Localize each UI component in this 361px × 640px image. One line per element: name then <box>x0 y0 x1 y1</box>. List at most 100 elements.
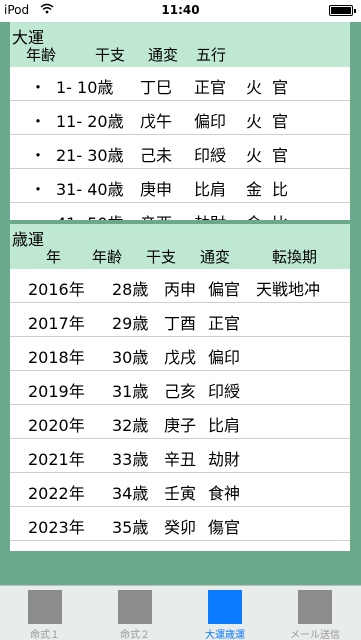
saiun-age: 32歳 <box>112 416 149 435</box>
daiun-gogyo2: 官 <box>272 112 289 131</box>
saiun-col-tsuhen: 通変 <box>200 248 231 266</box>
saiun-tsuhen: 劫財 <box>208 450 241 469</box>
saiun-year: 2016年 <box>28 280 85 299</box>
daiun-tsuhen: 比肩 <box>194 180 227 199</box>
status-bar: iPod 11:40 <box>0 0 361 22</box>
daiun-tsuhen: 劫財 <box>194 210 226 220</box>
saiun-age: 28歳 <box>112 280 149 299</box>
daiun-bullet: ・ <box>30 210 46 220</box>
saiun-row[interactable]: 2018年 30歳 戊戌 偏印 <box>10 337 350 371</box>
daiun-tsuhen: 印綬 <box>194 146 227 165</box>
tab-label: メール送信 <box>290 630 340 640</box>
daiun-gogyo1: 金 <box>246 210 262 220</box>
clock: 11:40 <box>161 3 200 17</box>
daiun-header: 大運 年齢 干支 通変 五行 <box>10 22 350 67</box>
daiun-gogyo1: 火 <box>246 78 263 97</box>
daiun-gogyo2: 比 <box>272 180 289 199</box>
saiun-tsuhen: 偏官 <box>208 280 241 299</box>
daiun-tsuhen: 正官 <box>194 78 227 97</box>
saiun-tsuhen: 比肩 <box>208 416 241 435</box>
saiun-col-year: 年 <box>46 248 62 266</box>
daiun-gogyo2: 比 <box>272 210 288 220</box>
daiun-gogyo1: 火 <box>246 146 263 165</box>
tab-mail-send[interactable]: メール送信 <box>270 586 360 640</box>
tab-label: 大運歳運 <box>205 630 245 640</box>
saiun-year: 2017年 <box>28 314 85 333</box>
daiun-gogyo2: 官 <box>272 146 289 165</box>
daiun-col-age: 年齢 <box>26 46 57 64</box>
tab-meishiki1[interactable]: 命式１ <box>0 586 90 640</box>
saiun-row[interactable]: 2024年 36歳 甲辰 偏財 <box>10 541 350 551</box>
daiun-col-gogyo: 五行 <box>196 46 227 64</box>
tab-meishiki2[interactable]: 命式２ <box>90 586 180 640</box>
saiun-age: 34歳 <box>112 484 149 503</box>
daiun-gogyo1: 火 <box>246 112 263 131</box>
daiun-kanshi: 戊午 <box>140 112 173 131</box>
saiun-panel: 歳運 年 年齢 干支 通変 転換期 2016年 28歳 丙申 偏官 天戦地冲 2017年 2… <box>10 224 350 551</box>
mail-send-icon <box>298 590 332 624</box>
saiun-tsuhen: 食神 <box>208 484 241 503</box>
saiun-age: 30歳 <box>112 348 149 367</box>
saiun-kanshi: 丁酉 <box>164 314 197 333</box>
saiun-col-tenkan: 転換期 <box>272 248 318 266</box>
saiun-kanshi: 壬寅 <box>164 484 197 503</box>
saiun-kanshi: 庚子 <box>164 416 197 435</box>
saiun-row[interactable]: 2017年 29歳 丁酉 正官 <box>10 303 350 337</box>
saiun-kanshi: 癸卯 <box>164 518 197 537</box>
saiun-year: 2023年 <box>28 518 85 537</box>
daiun-col-tsuhen: 通変 <box>148 46 179 64</box>
saiun-col-age: 年齢 <box>92 248 123 266</box>
saiun-tsuhen: 印綬 <box>208 382 241 401</box>
daiun-gogyo1: 金 <box>246 180 263 199</box>
daiun-kanshi: 庚申 <box>140 180 173 199</box>
saiun-row[interactable]: 2020年 32歳 庚子 比肩 <box>10 405 350 439</box>
saiun-tenkan: 天戦地冲 <box>256 280 321 299</box>
daiun-row[interactable]: ・ 31- 40歳 庚申 比肩金比 <box>10 169 350 203</box>
daiun-row[interactable]: ・ 41- 50歳 辛酉 劫財 金比 <box>10 203 350 220</box>
saiun-row[interactable]: 2023年 35歳 癸卯 傷官 <box>10 507 350 541</box>
saiun-age: 33歳 <box>112 450 149 469</box>
daiun-kanshi: 己未 <box>140 146 173 165</box>
saiun-age: 35歳 <box>112 518 149 537</box>
saiun-tsuhen: 傷官 <box>208 518 241 537</box>
saiun-row[interactable]: 2022年 34歳 壬寅 食神 <box>10 473 350 507</box>
meishiki1-icon <box>28 590 62 624</box>
saiun-kanshi: 己亥 <box>164 382 197 401</box>
tab-bar: 命式１ 命式２ 大運歳運 メール送信 <box>0 585 361 640</box>
daiun-age: 21- 30歳 <box>56 146 124 165</box>
tab-daiun-saiun[interactable]: 大運歳運 <box>180 586 270 640</box>
saiun-list[interactable]: 2016年 28歳 丙申 偏官 天戦地冲 2017年 29歳 丁酉 正官 2018年 30歳 戊戌 偏印… <box>10 269 350 551</box>
daiun-age: 11- 20歳 <box>56 112 124 131</box>
daiun-age: 31- 40歳 <box>56 180 124 199</box>
daiun-bullet: ・ <box>30 146 47 165</box>
saiun-row[interactable]: 2016年 28歳 丙申 偏官 天戦地冲 <box>10 269 350 303</box>
daiun-row[interactable]: ・ 1- 10歳 丁巳 正官火官 <box>10 67 350 101</box>
saiun-year: 2019年 <box>28 382 85 401</box>
saiun-row[interactable]: 2021年 33歳 辛丑 劫財 <box>10 439 350 473</box>
saiun-row[interactable]: 2019年 31歳 己亥 印綬 <box>10 371 350 405</box>
daiun-list[interactable]: ・ 1- 10歳 丁巳 正官火官・ 11- 20歳 戊午 偏印火官・ 21- 30歳 己未 印綬火… <box>10 67 350 220</box>
daiun-row[interactable]: ・ 11- 20歳 戊午 偏印火官 <box>10 101 350 135</box>
saiun-year: 2018年 <box>28 348 85 367</box>
saiun-tsuhen: 偏財 <box>208 548 240 551</box>
saiun-title: 歳運 <box>12 230 45 249</box>
daiun-tsuhen: 偏印 <box>194 112 227 131</box>
daiun-bullet: ・ <box>30 112 47 131</box>
daiun-age: 41- 50歳 <box>56 210 124 220</box>
tab-label: 命式２ <box>120 630 150 640</box>
saiun-kanshi: 戊戌 <box>164 348 197 367</box>
saiun-age: 36歳 <box>112 548 148 551</box>
saiun-header: 歳運 年 年齢 干支 通変 転換期 <box>10 224 350 269</box>
daiun-kanshi: 辛酉 <box>140 210 172 220</box>
daiun-kanshi: 丁巳 <box>140 78 173 97</box>
saiun-year: 2020年 <box>28 416 85 435</box>
saiun-year: 2021年 <box>28 450 85 469</box>
daiun-saiun-icon <box>208 590 242 624</box>
saiun-kanshi: 辛丑 <box>164 450 197 469</box>
daiun-row[interactable]: ・ 21- 30歳 己未 印綬火官 <box>10 135 350 169</box>
daiun-panel: 大運 年齢 干支 通変 五行 ・ 1- 10歳 丁巳 正官火官・ 11- 20歳 戊午 偏印… <box>10 22 350 220</box>
saiun-year: 2022年 <box>28 484 85 503</box>
daiun-bullet: ・ <box>30 78 47 97</box>
daiun-bullet: ・ <box>30 180 47 199</box>
meishiki2-icon <box>118 590 152 624</box>
